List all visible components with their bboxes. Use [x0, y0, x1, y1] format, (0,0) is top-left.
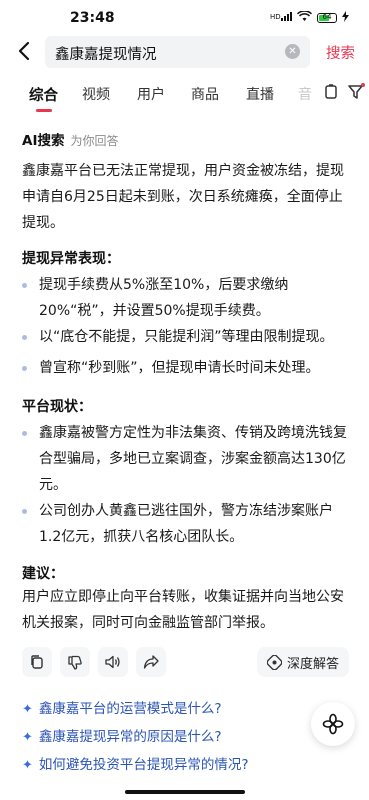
tab-users[interactable]: 用户 [137, 84, 165, 104]
section-title-withdraw-issues: 提现异常表现： [22, 251, 120, 267]
sparkle-icon: ✦ [22, 758, 33, 773]
list-item: 曾宣称“秒到账”，但提现申请长时间未处理。 [39, 360, 320, 376]
thumbs-down-icon [68, 655, 82, 670]
suggestion-text: 鑫康嘉平台的运营模式是什么? [38, 701, 222, 717]
tablet-icon[interactable] [324, 84, 338, 104]
suggestion-item[interactable]: ✦ 鑫康嘉提现异常的原因是什么? [22, 725, 222, 745]
ai-subtitle: 为你回答 [70, 134, 119, 148]
tab-products[interactable]: 商品 [191, 84, 219, 104]
deep-answer-icon [266, 654, 282, 670]
dislike-button[interactable] [60, 647, 90, 677]
signal-icon: HD [270, 11, 292, 25]
deep-answer-label: 深度解答 [286, 656, 339, 672]
chevron-left-icon [18, 41, 30, 61]
battery-icon: 64 [317, 13, 337, 23]
list-item: 以“底仓不能提，只能提利润”等理由限制提现。 [39, 329, 334, 345]
charging-icon [342, 11, 349, 25]
share-icon [143, 655, 159, 669]
flower-icon [322, 713, 344, 735]
section-title-advice: 建议： [22, 566, 64, 582]
category-tabs: 综合 视频 用户 商品 直播 音 [0, 80, 369, 110]
suggestion-item[interactable]: ✦ 如何避免投资平台提现异常的情况? [22, 753, 249, 773]
tab-tools [324, 83, 365, 104]
status-time: 23:48 [70, 10, 115, 26]
tab-live[interactable]: 直播 [246, 84, 274, 104]
ai-intro: 鑫康嘉平台已无法正常提现，用户资金被冻结，提现申请自6月25日起未到账，次日系统… [22, 163, 344, 231]
deep-answer-button[interactable]: 深度解答 [256, 647, 349, 677]
tab-video[interactable]: 视频 [82, 84, 110, 104]
read-aloud-button[interactable] [98, 647, 128, 677]
copy-button[interactable] [22, 647, 52, 677]
clear-icon[interactable]: ✕ [285, 44, 300, 59]
list-item: 鑫康嘉被警方定性为非法集资、传销及跨境洗钱复合型骗局，多地已立案调查，涉案金额高… [39, 425, 347, 493]
sparkle-icon: ✦ [22, 702, 33, 717]
search-button[interactable]: 搜索 [326, 42, 355, 63]
bullet [22, 431, 27, 436]
status-icons: HD 64 [270, 10, 349, 25]
home-indicator[interactable] [124, 790, 245, 794]
speaker-icon [105, 655, 120, 669]
battery-level: 64 [322, 13, 332, 21]
answer-actions: 深度解答 [22, 647, 349, 679]
bullet [22, 335, 27, 340]
tab-music[interactable]: 音 [298, 84, 312, 104]
copy-icon [31, 655, 43, 669]
search-header: 鑫康嘉提现情况 ✕ 搜索 [0, 34, 369, 70]
filter-badge [361, 83, 365, 87]
suggestion-item[interactable]: ✦ 鑫康嘉平台的运营模式是什么? [22, 697, 222, 717]
bullet [22, 509, 27, 514]
filter-icon[interactable] [348, 83, 365, 104]
ai-assistant-button[interactable] [311, 702, 355, 746]
list-item: 提现手续费从5%涨至10%，后要求缴纳20%“税”，并设置50%提现手续费。 [39, 277, 289, 319]
wifi-icon [296, 10, 313, 25]
tab-all[interactable]: 综合 [29, 84, 58, 105]
suggestion-text: 鑫康嘉提现异常的原因是什么? [38, 729, 222, 745]
search-input[interactable]: 鑫康嘉提现情况 ✕ [45, 36, 310, 68]
ai-answer-header: AI搜索 为你回答 [22, 129, 119, 149]
sparkle-icon: ✦ [22, 730, 33, 745]
section-title-platform-status: 平台现状： [22, 399, 92, 415]
list-item: 公司创办人黄鑫已逃往国外，警方冻结涉案账户1.2亿元，抓获八名核心团队长。 [39, 503, 333, 545]
suggestion-text: 如何避免投资平台提现异常的情况? [38, 757, 249, 773]
advice-text: 用户应立即停止向平台转账，收集证据并向当地公安机关报案，同时可向金融监管部门举报… [22, 589, 344, 631]
ai-title: AI搜索 [22, 133, 65, 149]
status-bar: 23:48 HD 64 [0, 0, 369, 34]
back-button[interactable] [14, 40, 36, 62]
svg-text:HD: HD [270, 13, 281, 21]
bullet [22, 366, 27, 371]
bullet [22, 283, 27, 288]
share-button[interactable] [136, 647, 166, 677]
search-query: 鑫康嘉提现情况 [55, 47, 157, 63]
